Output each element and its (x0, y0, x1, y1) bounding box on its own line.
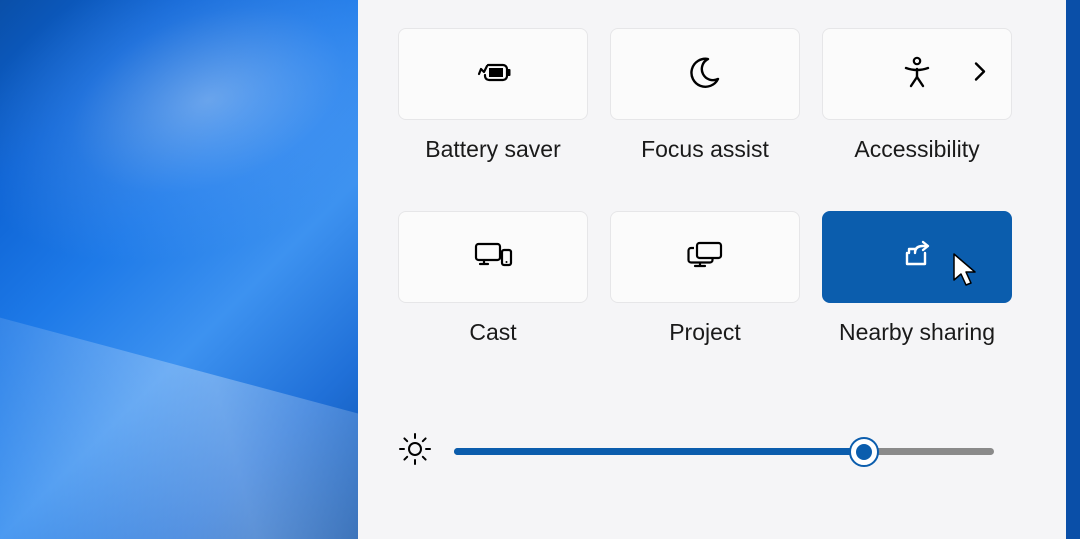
project-tile[interactable] (610, 211, 800, 303)
battery-saver-tile[interactable] (398, 28, 588, 120)
accessibility-tile[interactable] (822, 28, 1012, 120)
cast-label: Cast (469, 319, 516, 346)
desktop-wallpaper (0, 0, 358, 539)
nearby-sharing-label: Nearby sharing (839, 319, 995, 346)
brightness-thumb[interactable] (849, 437, 879, 467)
desktop-sliver (1066, 0, 1080, 539)
brightness-track (454, 448, 994, 455)
battery-saver-label: Battery saver (425, 136, 561, 163)
battery-saver-icon (473, 58, 513, 91)
focus-assist-label: Focus assist (641, 136, 769, 163)
focus-assist-tile[interactable] (610, 28, 800, 120)
accessibility-icon (902, 56, 932, 93)
chevron-right-icon (973, 61, 987, 88)
quick-settings-panel: Battery saver Focus assist (358, 0, 1080, 539)
project-icon (685, 240, 725, 275)
project-label: Project (669, 319, 741, 346)
brightness-fill (454, 448, 864, 455)
brightness-icon (398, 432, 432, 471)
accessibility-label: Accessibility (854, 136, 979, 163)
share-icon (901, 240, 933, 275)
brightness-row (398, 432, 1040, 471)
cast-icon (472, 240, 514, 275)
quick-tiles-grid: Battery saver Focus assist (398, 28, 1040, 346)
cast-tile[interactable] (398, 211, 588, 303)
nearby-sharing-tile[interactable] (822, 211, 1012, 303)
brightness-slider[interactable] (454, 437, 994, 467)
moon-icon (688, 55, 722, 94)
